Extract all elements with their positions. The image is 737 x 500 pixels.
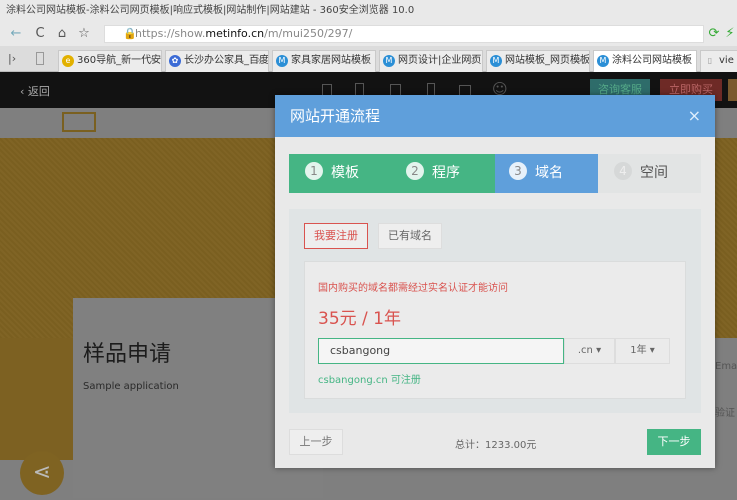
step-number: 1 bbox=[305, 162, 323, 180]
caret-down-icon: ▾ bbox=[596, 345, 602, 356]
existing-domain-tab[interactable]: 已有域名 bbox=[378, 223, 442, 249]
tab-label: 家具家居网站模板 bbox=[291, 55, 371, 66]
tab-favicon-icon: M bbox=[383, 55, 395, 67]
tab-favicon-icon: M bbox=[490, 55, 502, 67]
home-icon[interactable]: ⌂ bbox=[54, 26, 70, 42]
sidebar-toggle-icon[interactable]: |› bbox=[8, 52, 16, 65]
tab-close-icon[interactable]: × bbox=[256, 51, 264, 71]
captcha-field[interactable]: 验证 bbox=[715, 404, 735, 419]
refresh-icon[interactable]: C bbox=[32, 26, 48, 42]
extra-button[interactable] bbox=[728, 79, 737, 101]
step-label: 域名 bbox=[535, 165, 563, 181]
caret-down-icon: ▾ bbox=[649, 345, 655, 356]
step-domain[interactable]: 3 域名 bbox=[495, 154, 598, 193]
step-program[interactable]: 2 程序 bbox=[392, 154, 495, 193]
email-field[interactable]: Email bbox=[715, 361, 737, 372]
suffix-select[interactable]: .cn ▾ bbox=[564, 338, 615, 364]
step-hosting[interactable]: 4 空间 bbox=[598, 154, 701, 193]
tab-favicon-icon: M bbox=[276, 55, 288, 67]
phone-icon[interactable] bbox=[36, 52, 44, 65]
step-label: 空间 bbox=[640, 165, 668, 181]
section-title: 样品申请 bbox=[83, 342, 172, 367]
site-logo bbox=[62, 112, 96, 132]
tab-favicon-icon: M bbox=[597, 55, 609, 67]
back-link[interactable]: ‹ 返回 bbox=[20, 83, 50, 99]
register-form: 国内购买的域名都需经过实名认证才能访问 35元 / 1年 csbangong .… bbox=[304, 261, 686, 399]
years-select[interactable]: 1年 ▾ bbox=[615, 338, 670, 364]
speed-icon[interactable]: ⚡ bbox=[722, 26, 737, 42]
site-setup-modal: 网站开通流程 × 1 模板 2 程序 3 域名 4 空间 我要注册 已有域名 国内购买的… bbox=[275, 95, 715, 468]
tab-5[interactable]: M 网站模板_网页模板 × bbox=[486, 50, 590, 72]
url-domain: metinfo.cn bbox=[205, 27, 265, 40]
modal-title: 网站开通流程 bbox=[290, 107, 381, 125]
next-step-button[interactable]: 下一步 bbox=[647, 429, 701, 455]
window-title: 涂料公司网站模板-涂料公司网页模板|响应式模板|网站制作|网站建站 - 360安… bbox=[0, 0, 737, 22]
years-value: 1年 bbox=[630, 345, 647, 356]
tab-close-icon[interactable]: × bbox=[363, 51, 371, 71]
price-text: 35元 / 1年 bbox=[318, 309, 401, 329]
tab-favicon-icon: ✿ bbox=[169, 55, 181, 67]
step-number: 4 bbox=[614, 162, 632, 180]
url-input[interactable]: 🔒 https://show.metinfo.cn/m/mui250/297/ bbox=[104, 25, 704, 43]
step-label: 模板 bbox=[331, 165, 359, 181]
tab-6-active[interactable]: M 涂料公司网站模板 × bbox=[593, 50, 697, 72]
tab-3[interactable]: M 家具家居网站模板 × bbox=[272, 50, 376, 72]
tab-2[interactable]: ✿ 长沙办公家具_百度 × bbox=[165, 50, 269, 72]
total-text: 总计：1233.00元 bbox=[455, 440, 537, 451]
page-icon: ▯ bbox=[707, 56, 713, 65]
tab-1[interactable]: e 360导航_新一代安 × bbox=[58, 50, 162, 72]
lock-icon: 🔒 bbox=[123, 27, 137, 40]
tab-strip: |› e 360导航_新一代安 × ✿ 长沙办公家具_百度 × M 家具家居网站模板 × M… bbox=[0, 46, 737, 72]
tab-label: 涂料公司网站模板 bbox=[612, 55, 692, 66]
tab-label: vie bbox=[719, 55, 734, 66]
bookmark-star-icon[interactable]: ☆ bbox=[76, 26, 92, 42]
domain-panel: 我要注册 已有域名 国内购买的域名都需经过实名认证才能访问 35元 / 1年 c… bbox=[289, 209, 701, 413]
extension-icon[interactable]: ⟳ bbox=[706, 26, 722, 42]
share-icon[interactable]: ⋖ bbox=[20, 451, 64, 495]
close-icon[interactable]: × bbox=[688, 95, 701, 137]
tab-close-icon[interactable]: × bbox=[577, 51, 585, 71]
tab-close-icon[interactable]: × bbox=[684, 51, 692, 71]
availability-text: csbangong.cn 可注册 bbox=[318, 375, 421, 386]
modal-header: 网站开通流程 bbox=[275, 95, 715, 137]
notice-text: 国内购买的域名都需经过实名认证才能访问 bbox=[318, 283, 508, 294]
tab-close-icon[interactable]: × bbox=[149, 51, 157, 71]
step-label: 程序 bbox=[432, 165, 460, 181]
register-domain-tab[interactable]: 我要注册 bbox=[304, 223, 368, 249]
step-template[interactable]: 1 模板 bbox=[289, 154, 392, 193]
prev-step-button[interactable]: 上一步 bbox=[289, 429, 343, 455]
tab-7[interactable]: ▯ vie bbox=[700, 50, 737, 72]
step-number: 3 bbox=[509, 162, 527, 180]
back-label: 返回 bbox=[27, 85, 50, 98]
tab-close-icon[interactable]: × bbox=[470, 51, 478, 71]
url-prefix: https://show. bbox=[135, 27, 206, 40]
section-subtitle: Sample application bbox=[83, 381, 179, 392]
address-bar: ← C ⌂ ☆ 🔒 https://show.metinfo.cn/m/mui25… bbox=[0, 22, 737, 46]
step-number: 2 bbox=[406, 162, 424, 180]
domain-input[interactable]: csbangong bbox=[318, 338, 564, 364]
tab-favicon-icon: e bbox=[62, 55, 74, 67]
suffix-value: .cn bbox=[577, 345, 593, 356]
url-path: /m/mui250/297/ bbox=[264, 27, 353, 40]
back-icon[interactable]: ← bbox=[8, 26, 24, 42]
tab-4[interactable]: M 网页设计|企业网页 × bbox=[379, 50, 483, 72]
